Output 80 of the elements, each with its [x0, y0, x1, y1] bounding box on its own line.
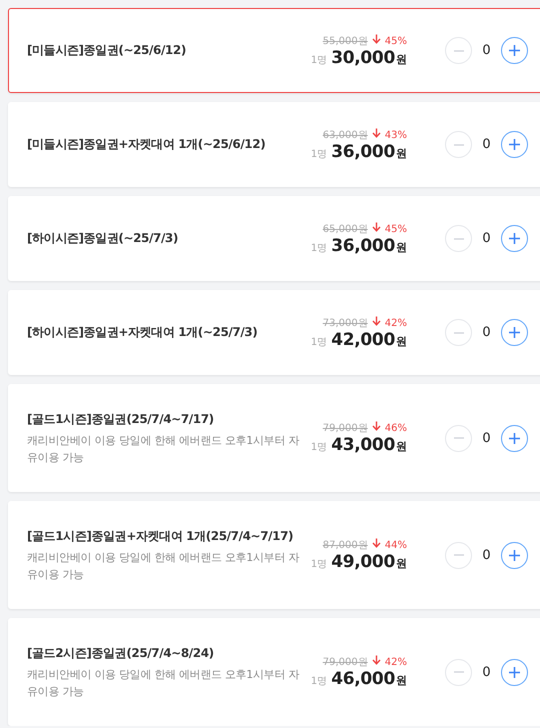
original-price: 73,000원: [322, 316, 368, 330]
increase-button[interactable]: [501, 658, 528, 686]
discount-rate: 45%: [384, 224, 407, 234]
currency-label: 원: [396, 146, 407, 160]
discount-rate: 44%: [384, 540, 407, 551]
discount-rate: 46%: [384, 423, 407, 434]
down-arrow-icon: [372, 538, 381, 548]
sale-price: 30,000: [331, 48, 395, 68]
increase-button[interactable]: [501, 131, 528, 158]
product-title: [골드1시즌]종일권+자켓대여 1개(25/7/4~7/17): [27, 528, 294, 544]
quantity-value: 0: [481, 664, 492, 680]
quantity-value: 0: [481, 325, 492, 340]
sale-price: 42,000: [331, 330, 395, 350]
product-card[interactable]: [미들시즌]종일권+자켓대여 1개(~25/6/12) 63,000원 43% 1명 36,000원 0: [8, 102, 540, 187]
sale-price: 49,000: [331, 552, 395, 572]
original-price: 79,000원: [322, 656, 368, 669]
increase-button[interactable]: [501, 319, 528, 346]
discount-rate: 43%: [384, 130, 407, 140]
plus-icon: [508, 138, 521, 151]
sale-price: 36,000: [331, 236, 395, 256]
currency-label: 원: [396, 673, 407, 688]
sale-price: 43,000: [331, 435, 395, 455]
product-card[interactable]: [골드1시즌]종일권+자켓대여 1개(25/7/4~7/17) 캐리비안베이 이용 당일에 한해 에버랜드 오후1시부터 자유이용 가능 87,000원 44% 1명 49,000원 0: [8, 501, 540, 609]
plus-icon: [508, 432, 521, 444]
product-title: [하이시즌]종일권(~25/7/3): [27, 230, 179, 247]
currency-label: 원: [396, 556, 407, 571]
product-title: [미들시즌]종일권+자켓대여 1개(~25/6/12): [27, 136, 266, 153]
product-card[interactable]: [미들시즌]종일권(~25/6/12) 55,000원 45% 1명 30,000원 0: [8, 8, 540, 93]
product-description: 캐리비안베이 이용 당일에 한해 에버랜드 오후1시부터 자유이용 가능: [27, 550, 300, 582]
quantity-value: 0: [481, 43, 492, 58]
discount-rate: 45%: [384, 36, 407, 46]
increase-button[interactable]: [501, 225, 528, 252]
product-title: [미들시즌]종일권(~25/6/12): [27, 42, 187, 59]
quantity-value: 0: [481, 231, 492, 246]
product-description: 캐리비안베이 이용 당일에 한해 에버랜드 오후1시부터 자유이용 가능: [27, 666, 300, 700]
down-arrow-icon: [372, 128, 381, 138]
unit-label: 1명: [310, 54, 328, 66]
original-price: 63,000원: [322, 128, 368, 142]
increase-button[interactable]: [501, 37, 528, 64]
product-card[interactable]: [골드2시즌]종일권(25/7/4~8/24) 캐리비안베이 이용 당일에 한해 에버랜드 오후1시부터 자유이용 가능 79,000원 42% 1명 46,000원 0: [8, 618, 540, 726]
original-price: 65,000원: [322, 222, 368, 236]
down-arrow-icon: [372, 421, 381, 431]
plus-icon: [508, 232, 521, 245]
product-title: [골드2시즌]종일권(25/7/4~8/24): [27, 644, 215, 662]
quantity-value: 0: [481, 548, 492, 562]
increase-button[interactable]: [501, 424, 528, 452]
original-price: 79,000원: [322, 422, 368, 435]
unit-label: 1명: [310, 558, 328, 571]
increase-button[interactable]: [501, 542, 528, 568]
down-arrow-icon: [372, 34, 381, 44]
plus-icon: [508, 666, 521, 678]
unit-label: 1명: [310, 336, 328, 348]
product-card[interactable]: [골드1시즌]종일권(25/7/4~7/17) 캐리비안베이 이용 당일에 한해 에버랜드 오후1시부터 자유이용 가능 79,000원 46% 1명 43,000원 0: [8, 384, 540, 492]
down-arrow-icon: [372, 222, 381, 232]
plus-icon: [508, 548, 521, 562]
down-arrow-icon: [372, 655, 381, 665]
original-price: 87,000원: [322, 539, 368, 552]
plus-icon: [508, 44, 521, 57]
product-card[interactable]: [하이시즌]종일권+자켓대여 1개(~25/7/3) 73,000원 42% 1명 42,000원 0: [8, 290, 540, 375]
product-title: [하이시즌]종일권+자켓대여 1개(~25/7/3): [27, 324, 258, 341]
currency-label: 원: [396, 334, 407, 348]
product-description: 캐리비안베이 이용 당일에 한해 에버랜드 오후1시부터 자유이용 가능: [27, 432, 300, 466]
sale-price: 36,000: [331, 142, 395, 162]
currency-label: 원: [396, 439, 407, 454]
down-arrow-icon: [372, 316, 381, 326]
quantity-value: 0: [481, 430, 492, 446]
currency-label: 원: [396, 240, 407, 254]
discount-rate: 42%: [384, 657, 407, 668]
original-price: 55,000원: [322, 34, 368, 48]
plus-icon: [508, 326, 521, 339]
discount-rate: 42%: [384, 318, 407, 328]
unit-label: 1명: [310, 242, 328, 254]
sale-price: 46,000: [331, 669, 395, 689]
unit-label: 1명: [310, 148, 328, 160]
unit-label: 1명: [310, 675, 328, 688]
quantity-value: 0: [481, 137, 492, 152]
product-title: [골드1시즌]종일권(25/7/4~7/17): [27, 410, 215, 428]
currency-label: 원: [396, 52, 407, 66]
product-card[interactable]: [하이시즌]종일권(~25/7/3) 65,000원 45% 1명 36,000원 0: [8, 196, 540, 281]
unit-label: 1명: [310, 441, 328, 454]
